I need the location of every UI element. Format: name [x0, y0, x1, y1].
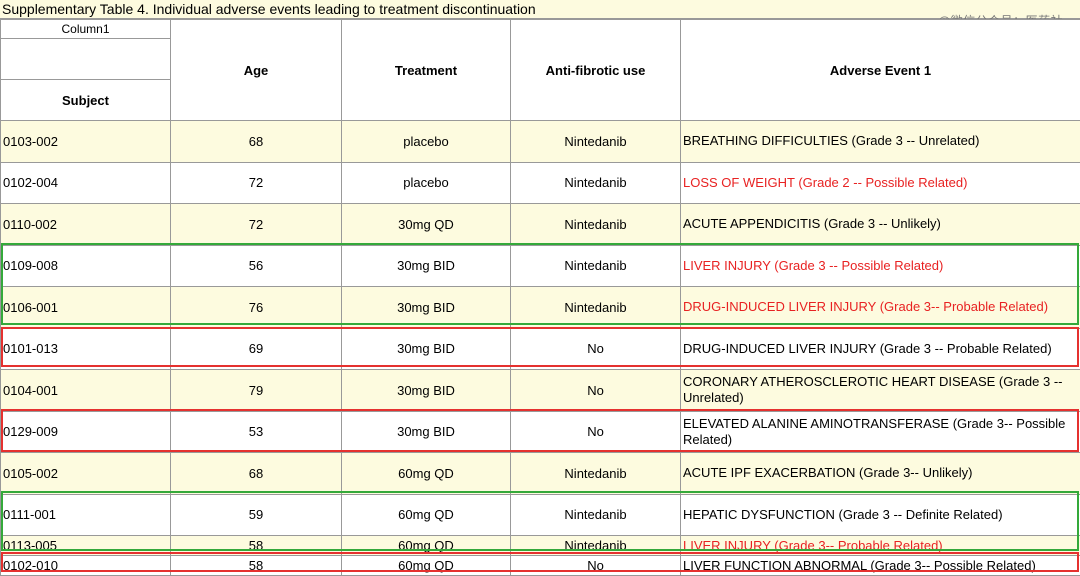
subject-cell: 0111-001	[1, 494, 171, 536]
adverse-event-cell: ELEVATED ALANINE AMINOTRANSFERASE (Grade…	[681, 411, 1080, 453]
antifibrotic-cell: Nintedanib	[511, 204, 681, 246]
treatment-cell: 30mg QD	[342, 204, 511, 246]
age-cell: 72	[171, 204, 342, 246]
subject-cell: 0109-008	[1, 245, 171, 287]
adverse-event-cell: DRUG-INDUCED LIVER INJURY (Grade 3-- Pro…	[681, 287, 1080, 329]
antifibrotic-cell: No	[511, 370, 681, 412]
table-row: 0106-001 76 30mg BID Nintedanib DRUG-IND…	[1, 287, 1080, 329]
subject-header: Subject	[1, 80, 171, 121]
age-cell: 68	[171, 121, 342, 163]
adverse-event-cell: CORONARY ATHEROSCLEROTIC HEART DISEASE (…	[681, 370, 1080, 412]
adverse-event-cell: LIVER INJURY (Grade 3-- Probable Related…	[681, 536, 1080, 556]
antifibrotic-cell: No	[511, 556, 681, 576]
adverse-event-header: Adverse Event 1	[681, 20, 1080, 121]
age-header: Age	[171, 20, 342, 121]
adverse-event-cell: BREATHING DIFFICULTIES (Grade 3 -- Unrel…	[681, 121, 1080, 163]
treatment-cell: 30mg BID	[342, 287, 511, 329]
antifibrotic-cell: Nintedanib	[511, 494, 681, 536]
age-cell: 72	[171, 162, 342, 204]
subject-cell: 0101-013	[1, 328, 171, 370]
adverse-event-cell: DRUG-INDUCED LIVER INJURY (Grade 3 -- Pr…	[681, 328, 1080, 370]
subject-cell: 0104-001	[1, 370, 171, 412]
table-row: 0113-005 58 60mg QD Nintedanib LIVER INJ…	[1, 536, 1080, 556]
treatment-header: Treatment	[342, 20, 511, 121]
table-row: 0110-002 72 30mg QD Nintedanib ACUTE APP…	[1, 204, 1080, 246]
antifibrotic-cell: Nintedanib	[511, 121, 681, 163]
age-cell: 58	[171, 556, 342, 576]
adverse-event-cell: HEPATIC DYSFUNCTION (Grade 3 -- Definite…	[681, 494, 1080, 536]
subject-cell: 0102-010	[1, 556, 171, 576]
subject-cell: 0110-002	[1, 204, 171, 246]
treatment-cell: 30mg BID	[342, 411, 511, 453]
column1-header: Column1	[1, 20, 171, 39]
age-cell: 79	[171, 370, 342, 412]
subject-cell: 0106-001	[1, 287, 171, 329]
treatment-cell: 30mg BID	[342, 370, 511, 412]
treatment-cell: placebo	[342, 162, 511, 204]
antifibrotic-cell: No	[511, 328, 681, 370]
age-cell: 76	[171, 287, 342, 329]
header-blank-cell	[1, 39, 171, 80]
subject-cell: 0103-002	[1, 121, 171, 163]
table-row: 0109-008 56 30mg BID Nintedanib LIVER IN…	[1, 245, 1080, 287]
antifibrotic-cell: Nintedanib	[511, 287, 681, 329]
age-cell: 69	[171, 328, 342, 370]
subject-cell: 0113-005	[1, 536, 171, 556]
adverse-event-cell: ACUTE IPF EXACERBATION (Grade 3-- Unlike…	[681, 453, 1080, 495]
antifibrotic-cell: Nintedanib	[511, 245, 681, 287]
antifibrotic-cell: Nintedanib	[511, 162, 681, 204]
antifibrotic-cell: No	[511, 411, 681, 453]
treatment-cell: 60mg QD	[342, 453, 511, 495]
age-cell: 53	[171, 411, 342, 453]
table-row: 0102-010 58 60mg QD No LIVER FUNCTION AB…	[1, 556, 1080, 576]
age-cell: 56	[171, 245, 342, 287]
adverse-event-cell: LOSS OF WEIGHT (Grade 2 -- Possible Rela…	[681, 162, 1080, 204]
table-row: 0105-002 68 60mg QD Nintedanib ACUTE IPF…	[1, 453, 1080, 495]
age-cell: 68	[171, 453, 342, 495]
subject-cell: 0129-009	[1, 411, 171, 453]
table-row: 0103-002 68 placebo Nintedanib BREATHING…	[1, 121, 1080, 163]
table-row: 0129-009 53 30mg BID No ELEVATED ALANINE…	[1, 411, 1080, 453]
treatment-cell: 60mg QD	[342, 494, 511, 536]
adverse-event-cell: LIVER FUNCTION ABNORMAL (Grade 3-- Possi…	[681, 556, 1080, 576]
table-row: 0101-013 69 30mg BID No DRUG-INDUCED LIV…	[1, 328, 1080, 370]
table-row: 0102-004 72 placebo Nintedanib LOSS OF W…	[1, 162, 1080, 204]
antifibrotic-cell: Nintedanib	[511, 536, 681, 556]
antifibrotic-cell: Nintedanib	[511, 453, 681, 495]
table-row: 0104-001 79 30mg BID No CORONARY ATHEROS…	[1, 370, 1080, 412]
adverse-event-cell: ACUTE APPENDICITIS (Grade 3 -- Unlikely)	[681, 204, 1080, 246]
adverse-events-table: Column1 Age Treatment Anti-fibrotic use …	[0, 19, 1080, 576]
treatment-cell: 60mg QD	[342, 556, 511, 576]
treatment-cell: 30mg BID	[342, 245, 511, 287]
subject-cell: 0102-004	[1, 162, 171, 204]
adverse-event-cell: LIVER INJURY (Grade 3 -- Possible Relate…	[681, 245, 1080, 287]
age-cell: 59	[171, 494, 342, 536]
antifibrotic-header: Anti-fibrotic use	[511, 20, 681, 121]
table-title: Supplementary Table 4. Individual advers…	[0, 0, 1080, 19]
age-cell: 58	[171, 536, 342, 556]
treatment-cell: 60mg QD	[342, 536, 511, 556]
treatment-cell: 30mg BID	[342, 328, 511, 370]
subject-cell: 0105-002	[1, 453, 171, 495]
treatment-cell: placebo	[342, 121, 511, 163]
table-row: 0111-001 59 60mg QD Nintedanib HEPATIC D…	[1, 494, 1080, 536]
